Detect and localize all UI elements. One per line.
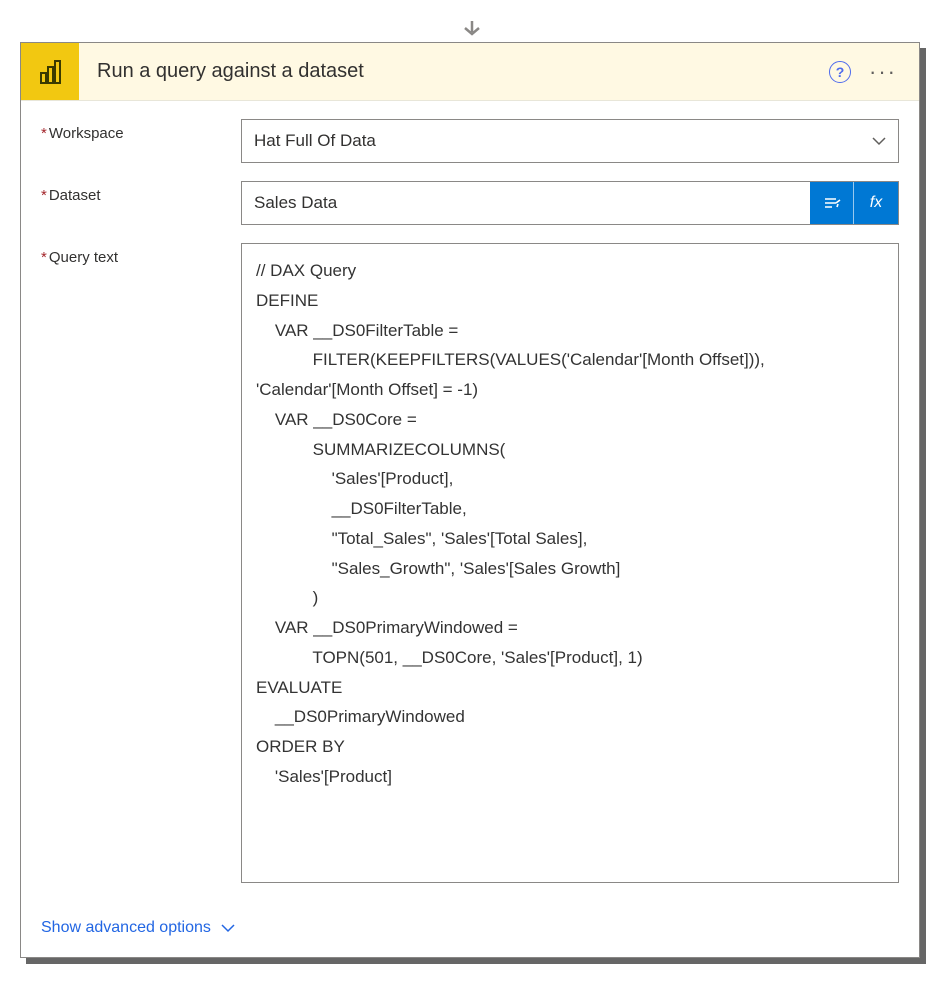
chevron-down-icon (872, 131, 886, 151)
more-menu-icon[interactable]: ··· (869, 61, 897, 83)
card-body: *Workspace Hat Full Of Data *Dataset (21, 101, 919, 957)
dynamic-content-icon[interactable] (810, 182, 854, 224)
help-icon[interactable]: ? (829, 61, 851, 83)
action-card: Run a query against a dataset ? ··· *Wor… (20, 42, 920, 958)
dataset-input-wrap: fx (241, 181, 899, 225)
workspace-value: Hat Full Of Data (254, 131, 376, 151)
dataset-input[interactable] (242, 182, 810, 224)
chevron-down-icon (221, 923, 235, 933)
query-label: *Query text (41, 243, 241, 266)
show-advanced-link[interactable]: Show advanced options (41, 919, 235, 937)
flow-arrow-indicator (20, 20, 924, 38)
query-text-input[interactable]: // DAX Query DEFINE VAR __DS0FilterTable… (241, 243, 899, 883)
expression-fx-icon[interactable]: fx (854, 182, 898, 224)
workspace-select[interactable]: Hat Full Of Data (241, 119, 899, 163)
powerbi-icon (21, 43, 79, 100)
card-header: Run a query against a dataset ? ··· (21, 43, 919, 101)
workspace-label: *Workspace (41, 119, 241, 142)
card-title: Run a query against a dataset (79, 43, 829, 100)
dataset-label: *Dataset (41, 181, 241, 204)
